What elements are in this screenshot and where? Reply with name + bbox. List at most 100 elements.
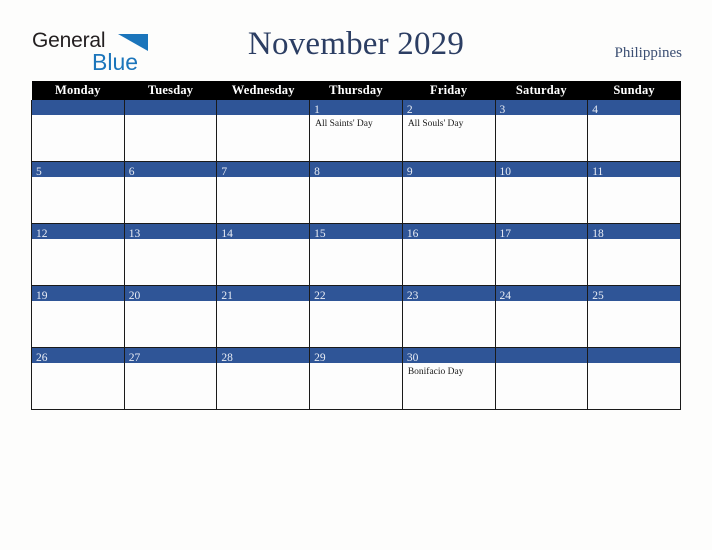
day-number-bar: 27 bbox=[124, 348, 217, 364]
day-cell-inner: 15 bbox=[310, 224, 402, 285]
calendar-day-cell[interactable]: 26 bbox=[31, 347, 125, 410]
weekday-header-row: Monday Tuesday Wednesday Thursday Friday… bbox=[31, 81, 681, 100]
day-number: 28 bbox=[221, 352, 233, 364]
day-number-bar: 22 bbox=[310, 286, 402, 302]
calendar-day-cell[interactable]: 20 bbox=[123, 285, 218, 348]
day-number-bar: 2 bbox=[402, 100, 495, 116]
day-cell-inner bbox=[495, 348, 588, 409]
day-number-bar: 7 bbox=[217, 162, 310, 178]
day-events bbox=[217, 115, 309, 119]
calendar-day-cell[interactable]: 2 All Souls' Day bbox=[401, 100, 496, 162]
calendar-day-cell[interactable]: 1 All Saints' Day bbox=[309, 100, 403, 162]
calendar-day-cell[interactable]: 15 bbox=[309, 223, 403, 286]
day-events bbox=[310, 177, 402, 181]
calendar-day-cell[interactable]: 10 bbox=[494, 161, 589, 224]
calendar-day-cell[interactable] bbox=[31, 100, 125, 162]
calendar-day-cell[interactable]: 27 bbox=[123, 347, 218, 410]
calendar-day-cell[interactable]: 13 bbox=[123, 223, 218, 286]
day-number: 8 bbox=[314, 166, 320, 178]
day-number-bar: 18 bbox=[588, 224, 680, 240]
calendar-day-cell[interactable]: 14 bbox=[216, 223, 311, 286]
day-cell-inner bbox=[588, 348, 680, 409]
day-number: 29 bbox=[314, 352, 326, 364]
day-number-bar: 20 bbox=[124, 286, 217, 302]
calendar-day-cell[interactable]: 29 bbox=[309, 347, 403, 410]
day-number: 27 bbox=[128, 352, 141, 364]
day-number-bar: 26 bbox=[32, 348, 124, 364]
page-header: General Blue November 2029 Philippines bbox=[0, 0, 712, 82]
day-number-bar: 29 bbox=[310, 348, 402, 364]
day-number-bar: 4 bbox=[588, 100, 680, 116]
calendar-day-cell[interactable]: 21 bbox=[216, 285, 311, 348]
day-cell-inner bbox=[124, 100, 217, 161]
calendar-week-row: 26 27 28 29 30 Bonifacio Day bbox=[31, 347, 681, 410]
calendar-day-cell[interactable] bbox=[494, 347, 589, 410]
day-number-bar: 8 bbox=[310, 162, 402, 178]
day-cell-inner: 9 bbox=[402, 162, 495, 223]
calendar-day-cell[interactable]: 25 bbox=[587, 285, 681, 348]
day-number-bar bbox=[495, 348, 588, 363]
day-cell-inner: 30 Bonifacio Day bbox=[402, 348, 495, 409]
calendar-day-cell[interactable]: 6 bbox=[123, 161, 218, 224]
calendar-day-cell[interactable]: 28 bbox=[216, 347, 311, 410]
calendar-day-cell[interactable]: 8 bbox=[309, 161, 403, 224]
calendar-day-cell[interactable] bbox=[216, 100, 311, 162]
country-label: Philippines bbox=[614, 45, 682, 61]
day-number-bar: 21 bbox=[217, 286, 310, 302]
day-number: 21 bbox=[221, 290, 233, 302]
day-number: 11 bbox=[592, 166, 604, 178]
day-events bbox=[403, 177, 495, 181]
calendar-day-cell[interactable] bbox=[123, 100, 218, 162]
day-cell-inner bbox=[32, 100, 124, 161]
day-number-bar: 10 bbox=[495, 162, 588, 178]
calendar-day-cell[interactable]: 7 bbox=[216, 161, 311, 224]
day-number: 13 bbox=[128, 228, 141, 240]
day-events bbox=[588, 115, 680, 119]
calendar-table: Monday Tuesday Wednesday Thursday Friday… bbox=[31, 81, 681, 410]
day-cell-inner: 17 bbox=[495, 224, 588, 285]
holiday-label: All Saints' Day bbox=[315, 119, 373, 129]
day-number-bar: 30 bbox=[402, 348, 495, 364]
calendar-day-cell[interactable]: 22 bbox=[309, 285, 403, 348]
day-number: 2 bbox=[406, 104, 413, 116]
calendar-day-cell[interactable]: 9 bbox=[401, 161, 496, 224]
day-cell-inner: 1 All Saints' Day bbox=[310, 100, 402, 161]
weekday-header-wednesday: Wednesday bbox=[216, 81, 310, 100]
day-cell-inner: 16 bbox=[402, 224, 495, 285]
calendar-day-cell[interactable]: 5 bbox=[31, 161, 125, 224]
calendar-day-cell[interactable]: 23 bbox=[401, 285, 496, 348]
calendar-day-cell[interactable]: 11 bbox=[587, 161, 681, 224]
calendar-day-cell[interactable]: 30 Bonifacio Day bbox=[401, 347, 496, 410]
day-events bbox=[32, 177, 124, 181]
calendar-day-cell[interactable]: 3 bbox=[494, 100, 589, 162]
calendar-day-cell[interactable]: 4 bbox=[587, 100, 681, 162]
calendar-day-cell[interactable] bbox=[587, 347, 681, 410]
day-cell-inner: 19 bbox=[32, 286, 124, 347]
calendar-day-cell[interactable]: 16 bbox=[401, 223, 496, 286]
weekday-header-sunday: Sunday bbox=[587, 81, 681, 100]
calendar-day-cell[interactable]: 18 bbox=[587, 223, 681, 286]
day-events bbox=[588, 363, 680, 367]
day-events bbox=[217, 177, 309, 181]
day-cell-inner: 21 bbox=[217, 286, 310, 347]
day-number: 24 bbox=[499, 290, 512, 302]
weekday-header-tuesday: Tuesday bbox=[124, 81, 217, 100]
day-cell-inner: 10 bbox=[495, 162, 588, 223]
day-cell-inner: 14 bbox=[217, 224, 310, 285]
calendar-day-cell[interactable]: 19 bbox=[31, 285, 125, 348]
calendar-week-row: 1 All Saints' Day 2 All Souls' Day 3 4 bbox=[31, 100, 681, 162]
day-number: 18 bbox=[592, 228, 604, 240]
page-title: November 2029 bbox=[247, 26, 465, 62]
day-number-bar: 28 bbox=[217, 348, 310, 364]
day-number: 26 bbox=[36, 352, 48, 364]
calendar-page: General Blue November 2029 Philippines M… bbox=[0, 0, 712, 550]
calendar-day-cell[interactable]: 17 bbox=[494, 223, 589, 286]
day-number-bar: 6 bbox=[124, 162, 217, 178]
day-number-bar: 16 bbox=[402, 224, 495, 240]
day-number: 16 bbox=[406, 228, 419, 240]
holiday-label: Bonifacio Day bbox=[407, 367, 464, 377]
day-number-bar: 9 bbox=[402, 162, 495, 178]
calendar-day-cell[interactable]: 12 bbox=[31, 223, 125, 286]
day-number: 20 bbox=[128, 290, 141, 302]
calendar-day-cell[interactable]: 24 bbox=[494, 285, 589, 348]
